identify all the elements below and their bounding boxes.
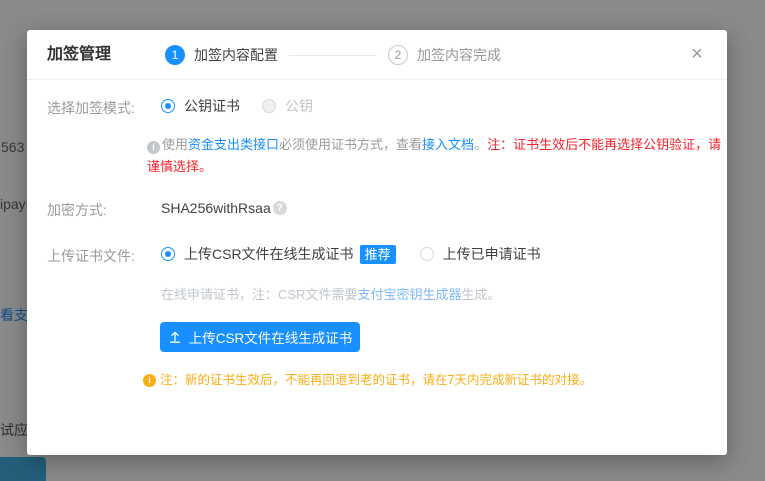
step-1-label: 加签内容配置 bbox=[194, 45, 278, 65]
encrypt-algorithm-value: SHA256withRsaa bbox=[161, 200, 271, 216]
step-1-indicator: 1 bbox=[165, 45, 185, 65]
step-connector bbox=[289, 55, 377, 56]
funds-api-link[interactable]: 资金支出类接口 bbox=[188, 137, 279, 152]
radio-disabled-icon bbox=[262, 99, 276, 113]
close-icon[interactable]: × bbox=[685, 42, 709, 66]
warning-icon: i bbox=[143, 374, 156, 387]
encrypt-row-label: 加密方式: bbox=[47, 200, 107, 220]
step-2-indicator: 2 bbox=[388, 45, 408, 65]
radio-label: 公钥 bbox=[285, 96, 313, 116]
upload-radio-group: 上传CSR文件在线生成证书 推荐 上传已申请证书 bbox=[161, 244, 541, 264]
info-icon: i bbox=[147, 141, 160, 154]
encrypt-value-row: SHA256withRsaa ? bbox=[161, 200, 287, 216]
csr-note: 在线申请证书，注：CSR文件需要支付宝密钥生成器生成。 bbox=[161, 286, 500, 304]
note-text: 使用 bbox=[162, 137, 188, 152]
mode-row-label: 选择加签模式: bbox=[47, 98, 135, 118]
warning-text: 谨慎选择。 bbox=[147, 156, 722, 178]
wizard-steps: 1 加签内容配置 2 加签内容完成 bbox=[165, 30, 501, 80]
radio-label: 上传已申请证书 bbox=[443, 244, 541, 264]
note-text: 必须使用证书方式，查看 bbox=[279, 137, 422, 152]
upload-csr-button[interactable]: 上传CSR文件在线生成证书 bbox=[160, 322, 360, 352]
cert-switch-note: i 注：新的证书生效后，不能再回退到老的证书，请在7天内完成新证书的对接。 bbox=[143, 371, 592, 389]
radio-checked-icon[interactable] bbox=[161, 99, 175, 113]
dialog-title: 加签管理 bbox=[47, 30, 111, 80]
note-text: 生成。 bbox=[461, 287, 500, 302]
help-icon[interactable]: ? bbox=[273, 201, 287, 215]
mode-radio-group: 公钥证书 公钥 bbox=[161, 96, 313, 116]
screen: 563 ipay 看支 试应 加签管理 1 加签内容配置 2 加签内容完成 × … bbox=[0, 0, 765, 481]
key-generator-link[interactable]: 支付宝密钥生成器 bbox=[357, 287, 461, 302]
mode-note: i使用资金支出类接口必须使用证书方式，查看接入文档。注：证书生效后不能再选择公钥… bbox=[147, 134, 722, 178]
note-text: 在线申请证书，注：CSR文件需要 bbox=[161, 287, 357, 302]
upload-row-label: 上传证书文件: bbox=[47, 246, 135, 266]
radio-public-key: 公钥 bbox=[262, 96, 313, 116]
radio-label: 公钥证书 bbox=[184, 96, 240, 116]
note-text: 注：新的证书生效后，不能再回退到老的证书，请在7天内完成新证书的对接。 bbox=[160, 371, 592, 389]
signature-management-dialog: 加签管理 1 加签内容配置 2 加签内容完成 × 选择加签模式: 公钥证书 公钥 bbox=[27, 30, 727, 455]
upload-button-label: 上传CSR文件在线生成证书 bbox=[189, 327, 353, 347]
recommended-badge: 推荐 bbox=[360, 245, 396, 264]
radio-label: 上传CSR文件在线生成证书 bbox=[184, 244, 354, 264]
upload-icon bbox=[168, 330, 182, 344]
note-text: 。 bbox=[474, 137, 487, 152]
radio-unchecked-icon[interactable] bbox=[420, 247, 434, 261]
dialog-header: 加签管理 1 加签内容配置 2 加签内容完成 × bbox=[27, 30, 727, 80]
radio-public-key-cert[interactable]: 公钥证书 bbox=[161, 96, 240, 116]
docs-link[interactable]: 接入文档 bbox=[422, 137, 474, 152]
step-2-label: 加签内容完成 bbox=[417, 45, 501, 65]
warning-text: 注：证书生效后不能再选择公钥验证，请 bbox=[487, 137, 721, 152]
radio-upload-existing-cert[interactable]: 上传已申请证书 bbox=[420, 244, 541, 264]
radio-checked-icon[interactable] bbox=[161, 247, 175, 261]
radio-upload-csr[interactable]: 上传CSR文件在线生成证书 推荐 bbox=[161, 244, 396, 264]
